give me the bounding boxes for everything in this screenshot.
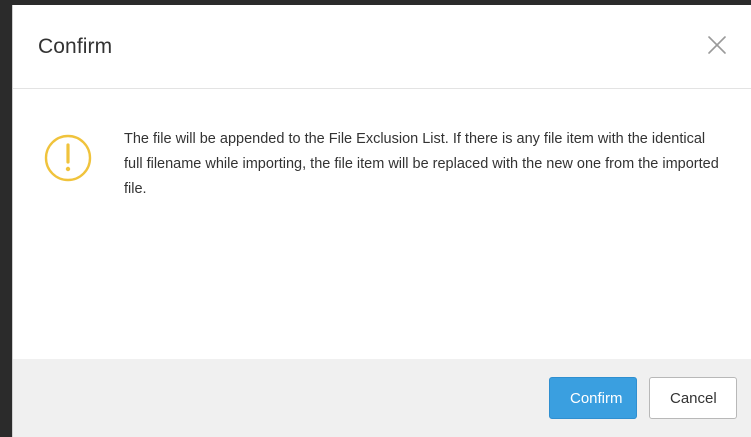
dialog-message: The file will be appended to the File Ex… bbox=[124, 131, 719, 197]
dialog-title: Confirm bbox=[38, 34, 113, 58]
close-icon bbox=[708, 35, 726, 54]
dialog-header: Confirm bbox=[13, 5, 751, 89]
dialog-body: The file will be appended to the File Ex… bbox=[13, 89, 751, 359]
dialog-footer: Confirm Cancel bbox=[13, 359, 751, 437]
confirm-button[interactable]: Confirm bbox=[549, 377, 637, 419]
warning-icon bbox=[43, 133, 93, 183]
confirm-dialog: Confirm The file will be appended to the… bbox=[12, 5, 751, 437]
screen: Confirm The file will be appended to the… bbox=[0, 0, 751, 437]
cancel-button[interactable]: Cancel bbox=[649, 377, 737, 419]
close-button[interactable] bbox=[705, 33, 729, 57]
